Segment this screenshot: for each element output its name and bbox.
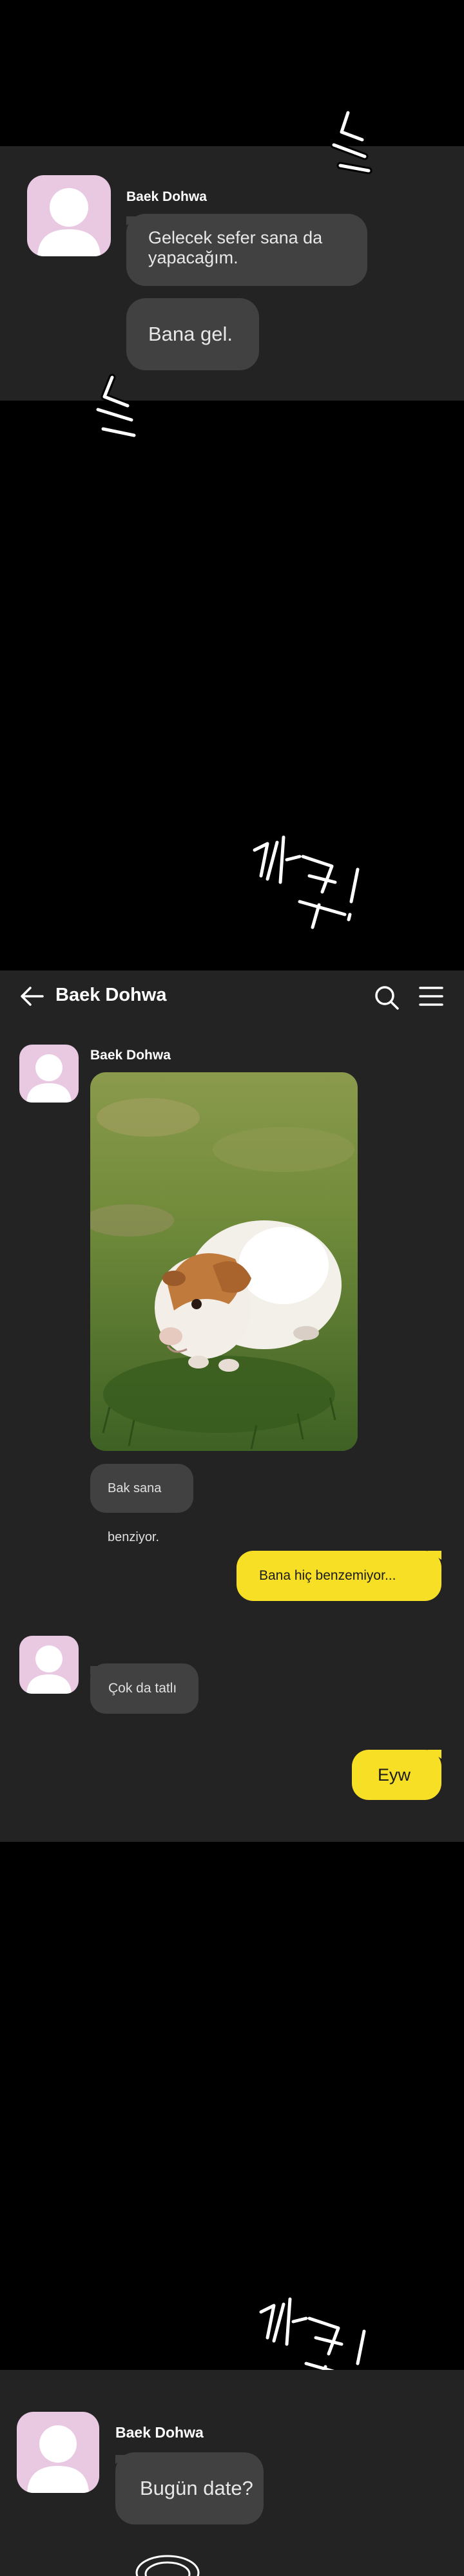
message-bubble: Çok da tatlı (90, 1663, 198, 1714)
search-icon[interactable] (374, 985, 400, 1010)
outgoing-message-bubble: Eyw (352, 1750, 441, 1800)
avatar[interactable] (19, 1045, 79, 1103)
guinea-pig-photo (90, 1072, 358, 1451)
message-text: Bana gel. (148, 323, 233, 345)
outgoing-message-bubble: Bana hiç benzemiyor... (237, 1551, 441, 1601)
sound-effect-lettering (135, 2555, 200, 2576)
message-bubble: Bana gel. (126, 298, 259, 370)
default-user-icon (26, 1645, 72, 1694)
default-user-icon (26, 1054, 72, 1103)
arrow-left-icon[interactable] (19, 985, 45, 1007)
message-bubble: Gelecek sefer sana da yapacağım. (126, 214, 367, 286)
default-user-icon (27, 2425, 89, 2493)
message-bubble: Bugün date? (115, 2452, 264, 2524)
sound-effect-lettering (330, 109, 372, 175)
message-bubble: Bak sana benziyor. (90, 1464, 193, 1544)
hamburger-menu-icon[interactable] (419, 986, 443, 1007)
photo-message[interactable] (90, 1072, 358, 1451)
default-user-icon (37, 188, 101, 256)
message-text: Bana hiç benzemiyor... (259, 1568, 396, 1583)
message-text: Eyw (378, 1765, 411, 1785)
chat-title: Baek Dohwa (55, 985, 167, 1005)
message-text: Bugün date? (140, 2477, 253, 2499)
sound-effect-lettering (251, 833, 362, 931)
avatar[interactable] (19, 1636, 79, 1694)
contact-name: Baek Dohwa (115, 2424, 204, 2441)
sound-effect-lettering (94, 374, 138, 439)
message-text: Gelecek sefer sana da yapacağım. (148, 228, 323, 267)
message-text: Çok da tatlı (108, 1681, 177, 1696)
contact-name: Baek Dohwa (90, 1048, 171, 1063)
avatar[interactable] (17, 2412, 99, 2493)
contact-name: Baek Dohwa (126, 189, 207, 204)
avatar[interactable] (27, 175, 111, 256)
